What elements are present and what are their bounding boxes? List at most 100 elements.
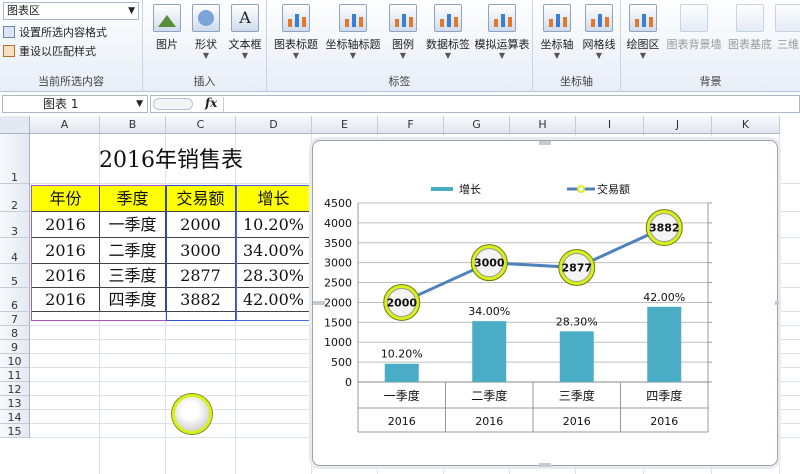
data-labels-button[interactable]: 数据标签 ▼	[423, 2, 473, 66]
row-header[interactable]: 9	[0, 340, 30, 354]
name-box-value: 图表 1	[43, 97, 79, 111]
row-header[interactable]: 14	[0, 410, 30, 424]
resize-handle	[539, 463, 551, 467]
chart-floor-label: 图表基底	[728, 38, 772, 51]
textbox-icon: A	[231, 4, 259, 32]
row-header[interactable]: 2	[0, 184, 30, 212]
axis-titles-button[interactable]: 坐标轴标题 ▼	[323, 2, 383, 66]
plot-area-button[interactable]: 绘图区 ▼	[623, 2, 663, 66]
bar	[559, 331, 594, 382]
column-header[interactable]: D	[236, 116, 312, 134]
insert-textbox-button[interactable]: A 文本框 ▼	[225, 2, 265, 66]
table-cell[interactable]: 四季度	[100, 288, 166, 312]
row-header[interactable]: 1	[0, 134, 30, 184]
insert-shapes-button[interactable]: 形状 ▼	[187, 2, 225, 66]
legend-label: 增长	[459, 182, 481, 196]
column-header[interactable]: I	[576, 116, 644, 134]
format-selection-button[interactable]: 设置所选内容格式	[3, 25, 107, 41]
y-tick-label: 0	[345, 376, 352, 389]
3d-rotation-label: 三维	[777, 38, 799, 51]
chevron-down-icon: ▼	[136, 99, 143, 109]
table-header-cell[interactable]: 季度	[100, 185, 166, 212]
chart-title-icon	[282, 4, 310, 32]
table-cell[interactable]: 2000	[166, 212, 236, 238]
table-cell[interactable]: 3000	[166, 238, 236, 264]
chevron-down-icon: ▼	[639, 51, 647, 60]
legend-label: 交易额	[597, 182, 630, 196]
chart-wall-label: 图表背景墙	[666, 38, 722, 51]
column-header[interactable]: F	[378, 116, 444, 134]
row-header[interactable]: 5	[0, 264, 30, 288]
3d-rotation-button[interactable]: 三维	[775, 2, 800, 66]
chevron-down-icon: ▼	[444, 51, 452, 60]
row-header[interactable]: 11	[0, 368, 30, 382]
chart-title-button[interactable]: 图表标题 ▼	[271, 2, 321, 66]
column-header[interactable]: C	[166, 116, 236, 134]
format-icon	[3, 26, 15, 38]
sheet-title[interactable]: 2016年销售表	[30, 134, 312, 184]
table-cell[interactable]: 2016	[31, 264, 100, 288]
row-header[interactable]: 8	[0, 326, 30, 340]
row-header[interactable]: 15	[0, 424, 30, 438]
column-header[interactable]: G	[444, 116, 510, 134]
reset-style-button[interactable]: 重设以匹配样式	[3, 44, 96, 60]
chart-area[interactable]: 0 500 1000 1500 2000 2500 3000 3500 4000 4500 一季度 2…	[312, 140, 779, 467]
select-all-corner[interactable]	[0, 116, 30, 134]
name-box[interactable]: 图表 1 ▼	[2, 95, 148, 113]
row-header[interactable]: 7	[0, 312, 30, 326]
formula-bar-divider	[223, 97, 224, 112]
table-cell[interactable]: 10.20%	[236, 212, 312, 238]
chart-wall-button[interactable]: 图表背景墙	[665, 2, 723, 66]
row-header[interactable]: 10	[0, 354, 30, 368]
table-cell[interactable]: 2016	[31, 238, 100, 264]
column-header[interactable]: E	[312, 116, 378, 134]
floating-circle-shape[interactable]	[172, 394, 212, 434]
chart-element-dropdown[interactable]: 图表区 ▼	[3, 2, 139, 20]
row-header[interactable]: 12	[0, 382, 30, 396]
table-cell[interactable]: 三季度	[100, 264, 166, 288]
data-labels-label: 数据标签	[426, 38, 470, 51]
insert-picture-button[interactable]: 图片	[147, 2, 187, 66]
bar-data-label: 10.20%	[381, 348, 423, 361]
column-header[interactable]: J	[644, 116, 712, 134]
table-cell[interactable]: 2016	[31, 288, 100, 312]
table-header-cell[interactable]: 增长	[236, 185, 312, 212]
row-header[interactable]: 4	[0, 238, 30, 264]
column-header[interactable]: K	[712, 116, 780, 134]
table-cell[interactable]: 34.00%	[236, 238, 312, 264]
combo-chart[interactable]: 0 500 1000 1500 2000 2500 3000 3500 4000 4500 一季度 2…	[313, 141, 779, 467]
formula-bar[interactable]: fx	[150, 95, 800, 113]
gridlines-button[interactable]: 网格线 ▼	[579, 2, 619, 66]
table-cell[interactable]: 一季度	[100, 212, 166, 238]
table-cell[interactable]: 42.00%	[236, 288, 312, 312]
legend-button[interactable]: 图例 ▼	[385, 2, 421, 66]
row-header[interactable]: 3	[0, 212, 30, 238]
table-cell[interactable]: 28.30%	[236, 264, 312, 288]
table-header-cell[interactable]: 年份	[31, 185, 100, 212]
y-tick-label: 1500	[324, 316, 352, 329]
chart-wall-icon	[680, 4, 708, 32]
axis-titles-label: 坐标轴标题	[325, 38, 381, 51]
row-header[interactable]: 6	[0, 288, 30, 312]
column-header[interactable]: H	[510, 116, 576, 134]
table-cell[interactable]: 2877	[166, 264, 236, 288]
formula-bar-expander[interactable]	[153, 98, 193, 110]
y-tick-label: 1000	[324, 336, 352, 349]
gridlines-label: 网格线	[582, 38, 616, 51]
table-cell[interactable]: 2016	[31, 212, 100, 238]
column-header[interactable]: A	[30, 116, 100, 134]
insert-function-icon[interactable]: fx	[205, 96, 217, 110]
line-series	[401, 226, 665, 304]
axes-button[interactable]: 坐标轴 ▼	[537, 2, 577, 66]
table-header-cell[interactable]: 交易额	[166, 185, 236, 212]
chart-floor-icon	[736, 4, 764, 32]
chevron-down-icon: ▼	[595, 51, 603, 60]
table-cell[interactable]: 3882	[166, 288, 236, 312]
column-header[interactable]: B	[100, 116, 166, 134]
data-table-button[interactable]: 模拟运算表 ▼	[473, 2, 531, 66]
chart-floor-button[interactable]: 图表基底	[725, 2, 775, 66]
table-cell[interactable]: 二季度	[100, 238, 166, 264]
row-header[interactable]: 13	[0, 396, 30, 410]
group-background: 绘图区 ▼ 图表背景墙 图表基底 三维 背景	[621, 0, 800, 92]
plot-area-icon	[629, 4, 657, 32]
